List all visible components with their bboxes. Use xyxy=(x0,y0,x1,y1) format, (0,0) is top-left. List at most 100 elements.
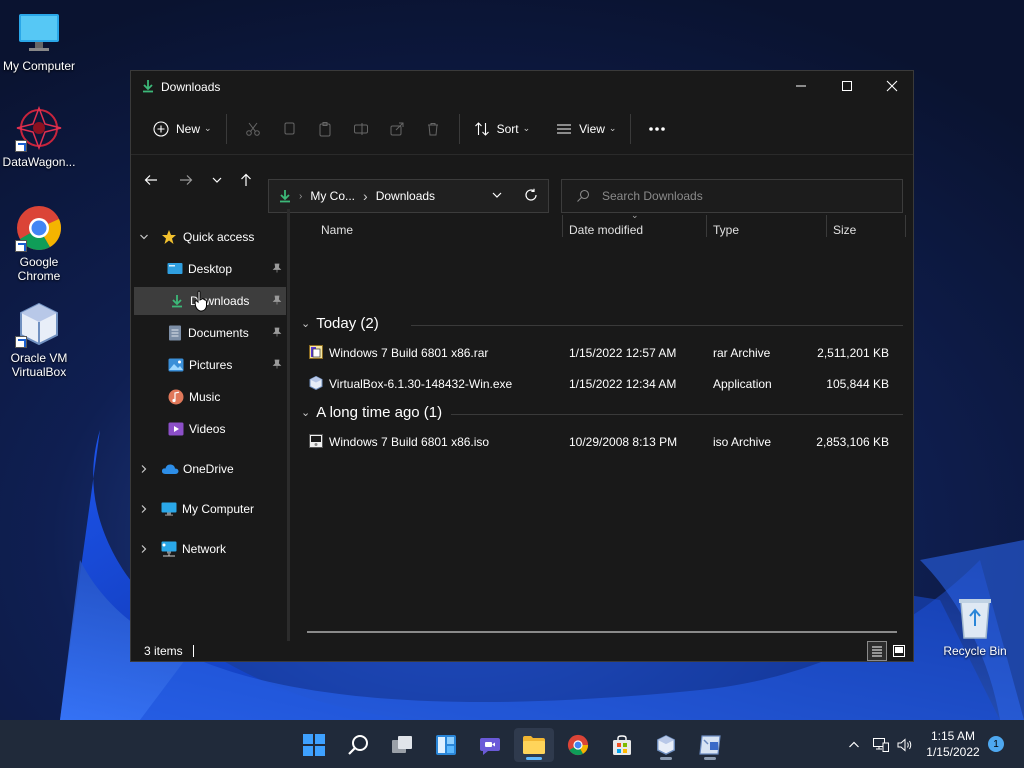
nav-item-network[interactable]: Network xyxy=(139,535,289,563)
desktop-icon-chrome[interactable]: Google Chrome xyxy=(0,204,78,283)
nav-item-music[interactable]: Music xyxy=(134,383,284,411)
task-view-button[interactable] xyxy=(382,728,422,762)
copy-button[interactable] xyxy=(271,113,307,145)
details-view-button[interactable] xyxy=(867,641,887,661)
forward-button[interactable] xyxy=(171,165,201,195)
volume-tray-button[interactable] xyxy=(892,728,918,762)
store-taskbar-button[interactable] xyxy=(602,728,642,762)
file-size: 2,853,106 KB xyxy=(816,435,889,449)
more-options-button[interactable] xyxy=(639,113,675,145)
chevron-down-icon: ⌄ xyxy=(608,123,617,133)
recent-locations-button[interactable] xyxy=(202,165,232,195)
recycle-bin-icon xyxy=(955,596,995,640)
file-row[interactable]: Windows 7 Build 6801 x86.iso 10/29/2008 … xyxy=(307,428,903,456)
chevron-down-icon: ⌄ xyxy=(522,123,531,133)
nav-label: OneDrive xyxy=(183,462,234,476)
paste-button[interactable] xyxy=(307,113,343,145)
file-row[interactable]: VirtualBox-6.1.30-148432-Win.exe 1/15/20… xyxy=(307,370,903,398)
column-header-type[interactable]: Type xyxy=(713,223,739,237)
file-row[interactable]: Windows 7 Build 6801 x86.rar 1/15/2022 1… xyxy=(307,339,903,367)
cut-button[interactable] xyxy=(235,113,271,145)
up-button[interactable] xyxy=(231,165,261,195)
widgets-button[interactable] xyxy=(426,728,466,762)
refresh-button[interactable] xyxy=(524,188,538,202)
new-button[interactable]: New ⌄ xyxy=(147,113,218,145)
column-header-size[interactable]: Size xyxy=(833,223,856,237)
chat-icon xyxy=(480,738,500,755)
file-size: 105,844 KB xyxy=(826,377,889,391)
virtualbox-icon xyxy=(657,735,675,755)
maximize-button[interactable] xyxy=(824,71,870,101)
chevron-right-icon xyxy=(141,465,147,473)
nav-quick-access[interactable]: Quick access xyxy=(139,223,289,251)
column-divider[interactable] xyxy=(826,215,827,237)
breadcrumb-my-computer[interactable]: My Co... xyxy=(310,189,355,203)
nav-item-desktop[interactable]: Desktop xyxy=(134,255,284,283)
file-type: iso Archive xyxy=(713,435,772,449)
close-button[interactable] xyxy=(869,71,915,101)
sort-button[interactable]: Sort ⌄ xyxy=(468,113,537,145)
minimize-button[interactable] xyxy=(778,71,824,101)
vm-window-taskbar-button[interactable] xyxy=(690,728,730,762)
star-icon xyxy=(162,230,176,244)
share-button[interactable] xyxy=(379,113,415,145)
file-explorer-taskbar-button[interactable] xyxy=(514,728,554,762)
show-hidden-icons-button[interactable] xyxy=(840,728,868,762)
horizontal-scrollbar[interactable] xyxy=(307,631,897,633)
column-divider[interactable] xyxy=(706,215,707,237)
back-button[interactable] xyxy=(136,165,166,195)
music-icon xyxy=(168,389,184,405)
desktop-icon-virtualbox[interactable]: Oracle VM VirtualBox xyxy=(0,300,78,379)
column-header-name[interactable]: Name xyxy=(321,223,353,237)
nav-item-videos[interactable]: Videos xyxy=(134,415,284,443)
view-button[interactable]: View ⌄ xyxy=(550,113,622,145)
desktop-icon-recycle-bin[interactable]: Recycle Bin xyxy=(940,596,1010,658)
group-header-today[interactable]: ⌄ Today (2) xyxy=(301,315,379,332)
column-header-date-modified[interactable]: Date modified xyxy=(569,223,643,237)
nav-item-my-computer[interactable]: My Computer xyxy=(139,495,289,523)
taskbar-clock[interactable]: 1:15 AM 1/15/2022 xyxy=(920,728,986,760)
delete-button[interactable] xyxy=(415,113,451,145)
breadcrumb-downloads[interactable]: Downloads xyxy=(376,189,435,203)
nav-item-onedrive[interactable]: OneDrive xyxy=(139,455,289,483)
column-divider[interactable] xyxy=(905,215,906,237)
notification-badge[interactable]: 1 xyxy=(988,736,1004,752)
cloud-icon xyxy=(161,464,179,474)
nav-item-documents[interactable]: Documents xyxy=(134,319,284,347)
desktop-icon-datawagon[interactable]: DataWagon... xyxy=(0,104,78,169)
chrome-taskbar-button[interactable] xyxy=(558,728,598,762)
nav-item-downloads[interactable]: Downloads xyxy=(134,287,286,315)
group-header-a-long-time-ago[interactable]: ⌄ A long time ago (1) xyxy=(301,404,442,421)
address-history-button[interactable] xyxy=(491,189,503,201)
navigation-pane-scrollbar[interactable] xyxy=(287,209,290,641)
arrow-left-icon xyxy=(144,175,157,185)
desktop-icon-my-computer[interactable]: My Computer xyxy=(0,8,78,73)
file-type: Application xyxy=(713,377,772,391)
file-name: Windows 7 Build 6801 x86.iso xyxy=(329,435,490,449)
chrome-icon xyxy=(567,734,589,756)
rename-icon xyxy=(353,122,368,135)
folder-icon xyxy=(523,736,545,754)
nav-label: Desktop xyxy=(188,262,233,276)
search-input[interactable]: Search Downloads xyxy=(561,179,903,213)
running-app-indicator xyxy=(660,757,672,760)
column-divider[interactable] xyxy=(562,215,563,237)
nav-label: Videos xyxy=(189,422,226,436)
start-button[interactable] xyxy=(294,728,334,762)
search-button[interactable] xyxy=(338,728,378,762)
virtualbox-taskbar-button[interactable] xyxy=(646,728,686,762)
chat-button[interactable] xyxy=(470,728,510,762)
monitor-icon xyxy=(15,8,63,56)
network-tray-button[interactable] xyxy=(868,728,894,762)
minimize-icon xyxy=(796,85,806,87)
file-name: VirtualBox-6.1.30-148432-Win.exe xyxy=(329,377,513,391)
rename-button[interactable] xyxy=(343,113,379,145)
nav-item-pictures[interactable]: Pictures xyxy=(134,351,284,379)
address-bar[interactable]: › My Co... › Downloads xyxy=(268,179,549,213)
chevron-down-icon: ⌄ xyxy=(301,407,311,419)
store-icon xyxy=(613,735,631,755)
downloads-icon xyxy=(278,189,292,203)
thumbnail-view-button[interactable] xyxy=(889,641,909,661)
scissors-icon xyxy=(245,122,260,136)
search-icon xyxy=(348,735,368,755)
